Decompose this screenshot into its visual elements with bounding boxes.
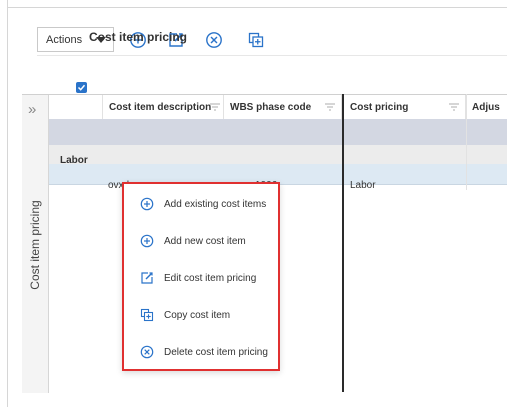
filter-icon[interactable] [210, 103, 220, 111]
plus-circle-icon [140, 197, 154, 211]
header-adjust[interactable]: Adjus [466, 95, 507, 119]
menu-item-copy-cost-item[interactable]: Copy cost item [124, 302, 278, 328]
menu-item-label: Delete cost item pricing [164, 346, 268, 358]
column-divider [466, 94, 467, 190]
checkmark-icon [77, 84, 86, 91]
plus-circle-icon [140, 234, 154, 248]
edit-icon [140, 271, 154, 285]
row-context-menu: Add existing cost items Add new cost ite… [122, 182, 280, 371]
side-panel-rail: » Cost item pricing [22, 95, 49, 393]
menu-item-edit-cost-item-pricing[interactable]: Edit cost item pricing [124, 265, 278, 291]
header-cost-item-description[interactable]: Cost item description [103, 95, 224, 119]
menu-item-add-new-cost-item[interactable]: Add new cost item [124, 228, 278, 254]
cell-cost-pricing[interactable]: Labor [350, 180, 376, 191]
header-label: WBS phase code [230, 101, 312, 113]
group-band-cost-item-pricing [49, 119, 507, 145]
subgroup-label: Labor [60, 155, 88, 166]
menu-item-label: Edit cost item pricing [164, 272, 257, 284]
side-panel-label: Cost item pricing [28, 200, 42, 290]
delete-button[interactable] [204, 30, 224, 50]
group-title: Cost item pricing [89, 30, 188, 44]
header-label: Cost pricing [350, 101, 409, 113]
filter-icon[interactable] [325, 103, 335, 111]
actions-label: Actions [46, 33, 83, 46]
frame-top-border [7, 7, 507, 8]
header-label: Cost item description [109, 101, 212, 113]
menu-item-label: Add new cost item [164, 235, 246, 247]
menu-item-add-existing-cost-items[interactable]: Add existing cost items [124, 191, 278, 217]
header-wbs-phase-code[interactable]: WBS phase code [224, 95, 342, 119]
menu-item-delete-cost-item-pricing[interactable]: Delete cost item pricing [124, 339, 278, 365]
menu-item-label: Copy cost item [164, 309, 231, 321]
toolbar-divider [37, 55, 507, 56]
frozen-column-splitter[interactable] [342, 94, 344, 392]
row-checkbox[interactable] [76, 82, 87, 93]
expand-panel-icon[interactable]: » [28, 102, 36, 118]
copy-icon [140, 308, 154, 322]
frame-left-border [7, 0, 8, 407]
copy-icon [248, 32, 264, 48]
x-circle-icon [140, 345, 154, 359]
header-cost-pricing[interactable]: Cost pricing [344, 95, 466, 119]
menu-item-label: Add existing cost items [164, 198, 267, 210]
filter-icon[interactable] [449, 103, 459, 111]
copy-button[interactable] [246, 30, 266, 50]
header-label: Adjus [472, 101, 500, 113]
select-column-header [49, 95, 103, 119]
x-circle-icon [206, 32, 222, 48]
subgroup-row-labor[interactable] [49, 145, 507, 164]
